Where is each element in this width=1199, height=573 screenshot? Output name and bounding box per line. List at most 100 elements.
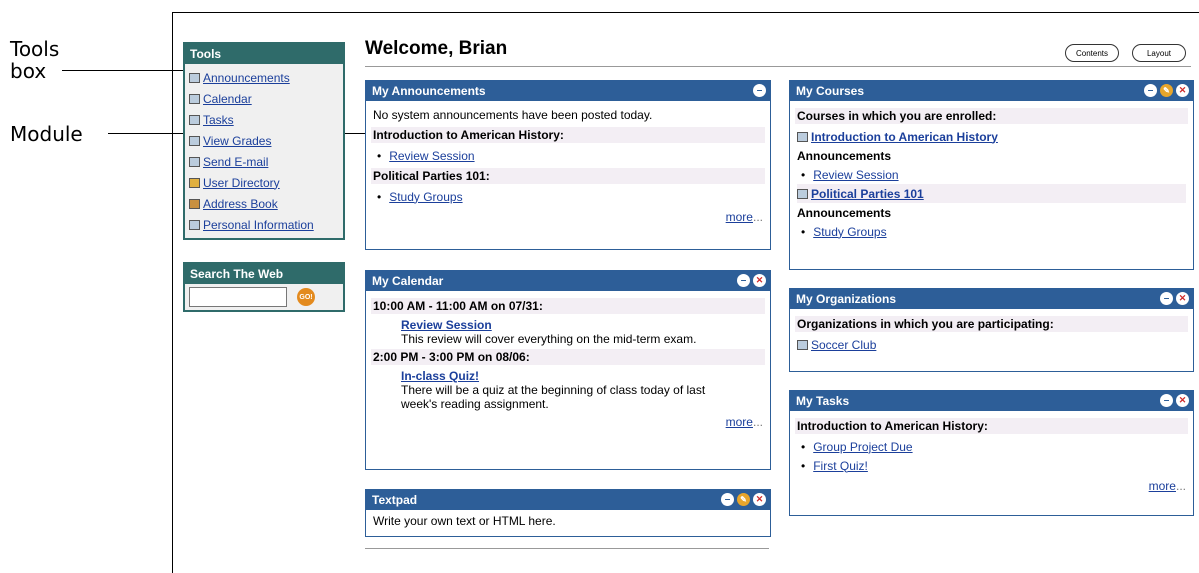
event-time: 10:00 AM - 11:00 AM on 07/31: bbox=[371, 298, 765, 314]
tool-personal-information-link[interactable]: Personal Information bbox=[203, 218, 314, 232]
task-link[interactable]: First Quiz! bbox=[813, 459, 868, 473]
user-icon bbox=[189, 177, 200, 188]
course-row: Introduction to American History bbox=[797, 127, 1186, 146]
close-icon[interactable]: ✕ bbox=[753, 274, 766, 287]
tool-user-directory-link[interactable]: User Directory bbox=[203, 176, 280, 190]
search-web-box: Search The Web GO! bbox=[183, 262, 345, 312]
address-book-icon bbox=[189, 198, 200, 209]
tool-view-grades[interactable]: View Grades bbox=[189, 130, 339, 151]
tool-view-grades-link[interactable]: View Grades bbox=[203, 134, 271, 148]
announcement-note: No system announcements have been posted… bbox=[373, 107, 653, 122]
announcement-link[interactable]: Review Session bbox=[389, 149, 474, 163]
module-calendar-header: My Calendar – ✕ bbox=[366, 271, 770, 291]
list-item: Review Session bbox=[373, 146, 763, 165]
more-row: more... bbox=[797, 475, 1186, 493]
search-web-title: Search The Web bbox=[185, 264, 343, 284]
tool-address-book[interactable]: Address Book bbox=[189, 193, 339, 214]
textpad-body: Write your own text or HTML here. bbox=[373, 514, 556, 528]
announcement-link[interactable]: Review Session bbox=[813, 168, 898, 182]
header-divider bbox=[365, 66, 1191, 67]
edit-icon[interactable]: ✎ bbox=[1160, 84, 1173, 97]
organizations-heading: Organizations in which you are participa… bbox=[795, 316, 1188, 332]
module-courses: My Courses – ✎ ✕ Courses in which you are … bbox=[789, 80, 1194, 270]
layout-button[interactable]: Layout bbox=[1132, 44, 1186, 62]
tool-send-email[interactable]: Send E-mail bbox=[189, 151, 339, 172]
course-link[interactable]: Introduction to American History bbox=[811, 130, 998, 144]
module-courses-header: My Courses – ✎ ✕ bbox=[790, 81, 1193, 101]
minimize-icon[interactable]: – bbox=[753, 84, 766, 97]
module-organizations: My Organizations – ✕ Organizations in whi… bbox=[789, 288, 1194, 372]
book-icon bbox=[797, 339, 808, 350]
list-item: Review Session bbox=[797, 165, 1186, 184]
module-announcements-title: My Announcements bbox=[372, 84, 486, 98]
more-link[interactable]: more bbox=[726, 415, 753, 429]
module-tasks-body: Introduction to American History: Group … bbox=[790, 411, 1193, 497]
minimize-icon[interactable]: – bbox=[1160, 394, 1173, 407]
book-icon bbox=[797, 188, 808, 199]
course-row: Political Parties 101 bbox=[797, 184, 1186, 203]
announcement-course-heading: Political Parties 101: bbox=[371, 168, 765, 184]
search-web-row: GO! bbox=[185, 284, 343, 310]
list-item: Study Groups bbox=[797, 222, 1186, 241]
close-icon[interactable]: ✕ bbox=[753, 493, 766, 506]
event-description: week's reading assignment. bbox=[401, 397, 549, 411]
tool-send-email-link[interactable]: Send E-mail bbox=[203, 155, 268, 169]
tool-user-directory[interactable]: User Directory bbox=[189, 172, 339, 193]
tool-address-book-link[interactable]: Address Book bbox=[203, 197, 278, 211]
search-input[interactable] bbox=[189, 287, 287, 307]
tasks-icon bbox=[189, 114, 200, 125]
tool-announcements[interactable]: Announcements bbox=[189, 67, 339, 88]
module-textpad-title: Textpad bbox=[372, 493, 418, 507]
more-link[interactable]: more bbox=[1149, 479, 1176, 493]
close-icon[interactable]: ✕ bbox=[1176, 84, 1189, 97]
announcement-link[interactable]: Study Groups bbox=[389, 190, 462, 204]
course-link[interactable]: Political Parties 101 bbox=[811, 187, 924, 201]
tool-tasks[interactable]: Tasks bbox=[189, 109, 339, 130]
close-icon[interactable]: ✕ bbox=[1176, 394, 1189, 407]
module-textpad: Textpad – ✎ ✕ Write your own text or HTML … bbox=[365, 489, 771, 537]
announcements-label: Announcements bbox=[797, 148, 892, 163]
list-item: First Quiz! bbox=[797, 456, 1186, 475]
courses-heading: Courses in which you are enrolled: bbox=[795, 108, 1188, 124]
module-tasks: My Tasks – ✕ Introduction to American His… bbox=[789, 390, 1194, 516]
close-icon[interactable]: ✕ bbox=[1176, 292, 1189, 305]
book-icon bbox=[797, 131, 808, 142]
more-link[interactable]: more bbox=[726, 210, 753, 224]
module-textpad-header: Textpad – ✎ ✕ bbox=[366, 490, 770, 510]
tools-box: Tools Announcements Calendar Tasks View … bbox=[183, 42, 345, 240]
minimize-icon[interactable]: – bbox=[737, 274, 750, 287]
module-courses-body: Courses in which you are enrolled: Intro… bbox=[790, 101, 1193, 245]
module-calendar-title: My Calendar bbox=[372, 274, 444, 288]
minimize-icon[interactable]: – bbox=[721, 493, 734, 506]
tools-title: Tools bbox=[185, 44, 343, 64]
module-organizations-title: My Organizations bbox=[796, 292, 897, 306]
callout-tools-box: Tools box bbox=[10, 38, 59, 82]
tool-calendar[interactable]: Calendar bbox=[189, 88, 339, 109]
organization-link[interactable]: Soccer Club bbox=[811, 338, 876, 352]
task-link[interactable]: Group Project Due bbox=[813, 440, 912, 454]
tasks-heading: Introduction to American History: bbox=[795, 418, 1188, 434]
go-button[interactable]: GO! bbox=[297, 288, 315, 306]
more-row: more... bbox=[373, 206, 763, 224]
event-description: This review will cover everything on the… bbox=[401, 332, 697, 346]
edit-icon[interactable]: ✎ bbox=[737, 493, 750, 506]
tool-announcements-link[interactable]: Announcements bbox=[203, 71, 290, 85]
tool-personal-information[interactable]: Personal Information bbox=[189, 214, 339, 235]
tool-tasks-link[interactable]: Tasks bbox=[203, 113, 234, 127]
event-title-link[interactable]: In-class Quiz! bbox=[401, 369, 479, 383]
event-title-link[interactable]: Review Session bbox=[401, 318, 492, 332]
contents-button[interactable]: Contents bbox=[1065, 44, 1119, 62]
more-suffix: ... bbox=[1175, 479, 1186, 493]
tool-calendar-link[interactable]: Calendar bbox=[203, 92, 252, 106]
callout-module: Module bbox=[10, 122, 83, 146]
book-icon bbox=[189, 72, 200, 83]
calendar-icon bbox=[189, 93, 200, 104]
more-suffix: ... bbox=[752, 415, 763, 429]
module-calendar-body: 10:00 AM - 11:00 AM on 07/31: Review Ses… bbox=[366, 291, 770, 433]
minimize-icon[interactable]: – bbox=[1144, 84, 1157, 97]
minimize-icon[interactable]: – bbox=[1160, 292, 1173, 305]
module-tasks-title: My Tasks bbox=[796, 394, 850, 408]
announcement-link[interactable]: Study Groups bbox=[813, 225, 886, 239]
module-tasks-header: My Tasks – ✕ bbox=[790, 391, 1193, 411]
module-announcements-body: No system announcements have been posted… bbox=[366, 101, 770, 228]
